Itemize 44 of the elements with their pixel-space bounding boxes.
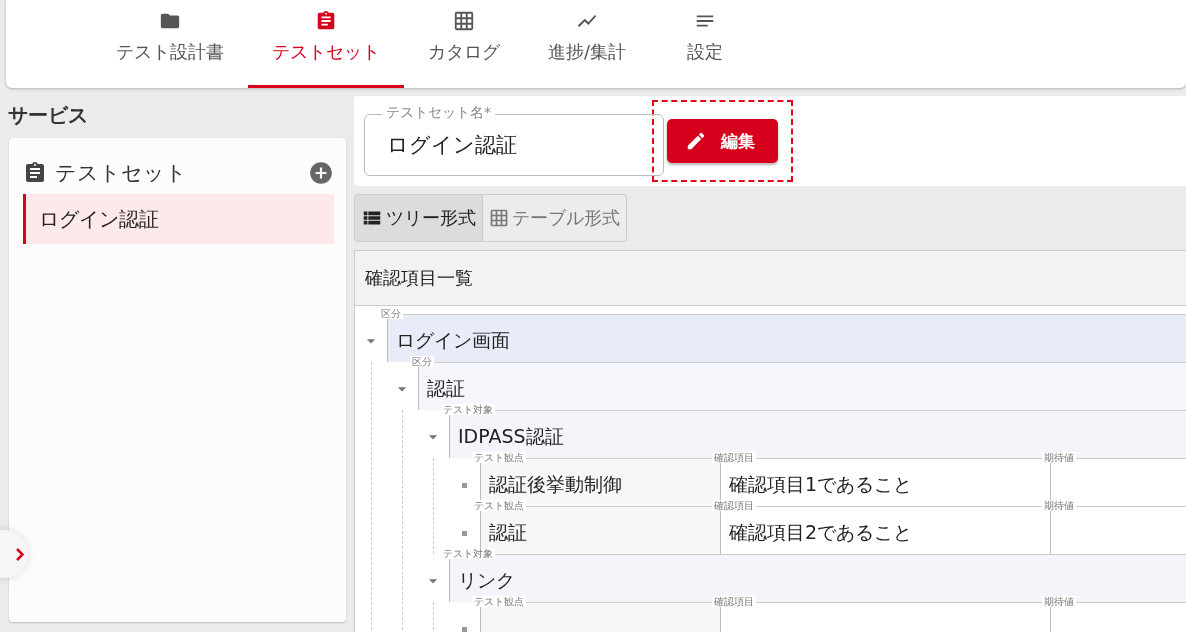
field-label: テスト観点	[472, 596, 526, 607]
node-value: IDPASS認証	[458, 423, 564, 449]
field-label: 期待値	[1042, 452, 1076, 463]
field-label: テスト対象	[441, 404, 495, 415]
panel-title: 確認項目一覧	[355, 251, 1186, 306]
bullet-icon	[461, 530, 467, 536]
nav-tab[interactable]: 設定	[650, 0, 761, 88]
nav-tab[interactable]: テストセット	[248, 0, 404, 88]
cell-value: 認証後挙動制御	[489, 471, 622, 497]
cell-value: 確認項目2であること	[729, 519, 913, 545]
cell-value: 確認項目1であること	[729, 471, 913, 497]
field-label: 区分	[379, 308, 403, 319]
bullet-icon	[461, 482, 467, 488]
nav-tab[interactable]: テスト設計書	[92, 0, 248, 88]
field-label: 確認項目	[712, 452, 756, 463]
grid-icon	[489, 208, 509, 228]
pencil-icon	[685, 130, 707, 152]
bullet-icon	[461, 626, 467, 632]
section-title: テストセット	[55, 160, 188, 187]
field-label: テスト観点	[472, 500, 526, 511]
field-label: 区分	[410, 356, 434, 367]
cell-value: 認証	[489, 519, 527, 545]
sidebar-item[interactable]: ログイン認証	[23, 194, 334, 244]
node-value: ログイン画面	[396, 327, 510, 353]
nav-tab[interactable]: カタログ	[404, 0, 524, 88]
field-label: 期待値	[1042, 596, 1076, 607]
clipboard-icon	[315, 10, 337, 32]
field-label: 確認項目	[712, 596, 756, 607]
edit-button[interactable]: 編集	[667, 119, 778, 163]
grid-icon	[453, 10, 475, 32]
field-label: テストセット名*	[382, 104, 495, 122]
node-value: 認証	[427, 375, 465, 401]
field-label: テスト観点	[472, 452, 526, 463]
sidebar-title: サービス	[8, 102, 89, 129]
field-label: 確認項目	[712, 500, 756, 511]
view-toggle[interactable]: テーブル形式	[483, 194, 627, 242]
node-value: リンク	[458, 567, 515, 593]
view-toggle[interactable]: ツリー形式	[354, 194, 483, 242]
clipboard-icon	[23, 161, 47, 185]
nav-tab[interactable]: 進捗/集計	[524, 0, 651, 88]
add-icon[interactable]	[308, 160, 334, 186]
chevron-right-icon	[16, 547, 24, 561]
field-label: 期待値	[1042, 500, 1076, 511]
field-label: テスト対象	[441, 548, 495, 559]
